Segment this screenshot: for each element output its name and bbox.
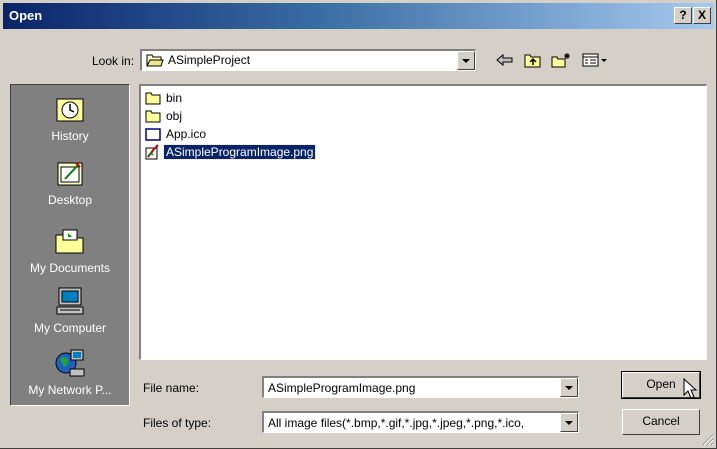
place-my-computer[interactable]: My Computer xyxy=(11,285,129,335)
help-button[interactable]: ? xyxy=(674,7,692,24)
open-dialog: Open ? X Look in: ASimpleProject History… xyxy=(0,0,717,449)
look-in-dropdown-button[interactable] xyxy=(457,51,475,70)
new-folder-icon[interactable] xyxy=(550,50,572,70)
my-computer-icon xyxy=(56,287,84,315)
look-in-dropdown[interactable]: ASimpleProject xyxy=(140,49,476,71)
look-in-label: Look in: xyxy=(92,54,135,68)
file-name: obj xyxy=(166,108,183,123)
file-name: App.ico xyxy=(166,126,207,141)
file-type-label: Files of type: xyxy=(143,416,212,430)
history-icon xyxy=(56,98,84,122)
ico-file-icon xyxy=(145,127,161,141)
place-label: Desktop xyxy=(47,193,93,207)
my-network-places-icon xyxy=(55,349,85,377)
desktop-icon xyxy=(57,162,83,186)
places-bar: History Desktop My Documents My Computer… xyxy=(10,84,130,406)
folder-icon xyxy=(145,92,161,104)
file-list[interactable]: bin obj App.ico ASimpleProgramImage.png xyxy=(139,84,707,360)
file-name-value[interactable]: ASimpleProgramImage.png xyxy=(268,381,415,395)
open-folder-icon xyxy=(146,54,164,67)
resize-grip-icon[interactable] xyxy=(702,434,714,446)
mouse-cursor-icon xyxy=(683,378,698,399)
place-label: My Network P... xyxy=(28,383,112,397)
file-type-value: All image files(*.bmp,*.gif,*.jpg,*.jpeg… xyxy=(268,416,525,430)
file-type-dropdown[interactable]: All image files(*.bmp,*.gif,*.jpg,*.jpeg… xyxy=(262,411,579,433)
window-title: Open xyxy=(9,8,43,23)
place-my-network-places[interactable]: My Network P... xyxy=(11,347,129,397)
list-item[interactable]: obj xyxy=(145,107,184,124)
list-item[interactable]: bin xyxy=(145,89,184,106)
up-folder-icon[interactable] xyxy=(522,50,544,70)
close-button[interactable]: X xyxy=(693,7,711,24)
place-label: My Computer xyxy=(33,321,107,335)
png-file-icon xyxy=(145,143,159,159)
list-item-selected[interactable]: ASimpleProgramImage.png xyxy=(145,143,317,160)
look-in-value: ASimpleProject xyxy=(168,53,251,67)
folder-icon xyxy=(145,110,161,122)
file-name-field[interactable]: ASimpleProgramImage.png xyxy=(262,376,579,398)
title-bar[interactable]: Open ? X xyxy=(3,3,714,29)
file-name-label: File name: xyxy=(143,381,200,395)
view-menu-icon[interactable] xyxy=(580,50,610,70)
cancel-button[interactable]: Cancel xyxy=(622,409,700,435)
place-label: History xyxy=(51,129,89,143)
place-my-documents[interactable]: My Documents xyxy=(11,225,129,275)
my-documents-icon xyxy=(55,229,84,254)
file-name-dropdown-button[interactable] xyxy=(560,378,578,397)
list-item[interactable]: App.ico xyxy=(145,125,208,142)
place-desktop[interactable]: Desktop xyxy=(11,157,129,207)
place-history[interactable]: History xyxy=(11,93,129,143)
place-label: My Documents xyxy=(29,261,111,275)
file-type-dropdown-button[interactable] xyxy=(560,413,578,432)
back-arrow-icon[interactable] xyxy=(494,50,516,70)
file-name: bin xyxy=(166,90,183,105)
file-name: ASimpleProgramImage.png xyxy=(162,143,317,160)
